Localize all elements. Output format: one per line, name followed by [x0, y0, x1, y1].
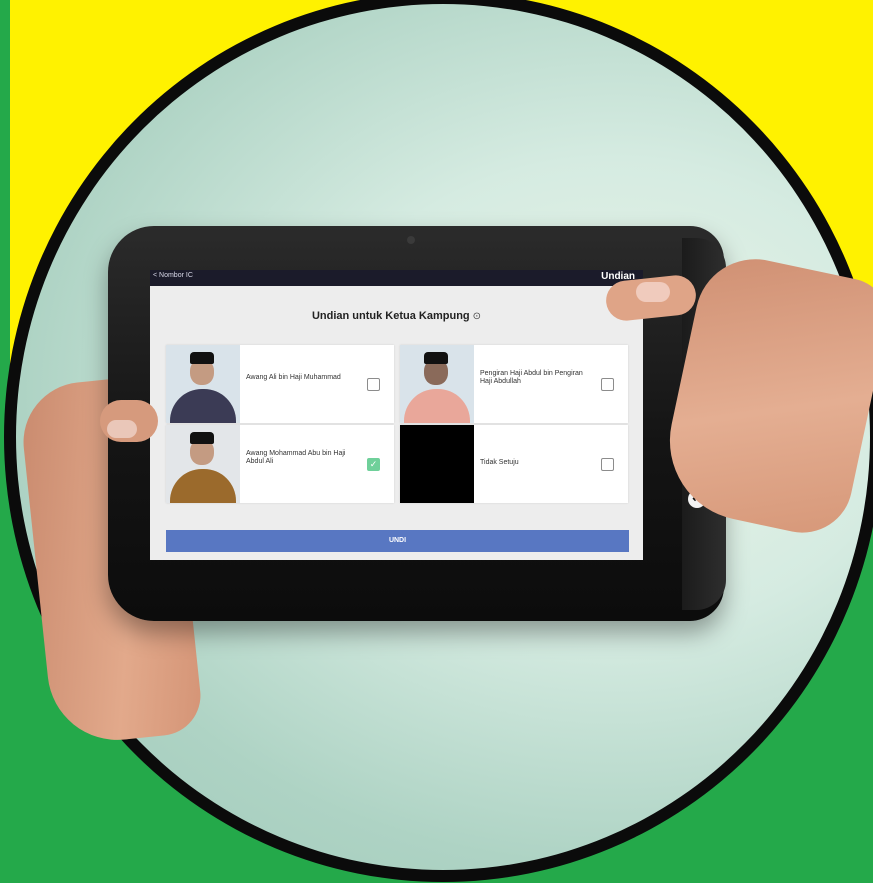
candidate-card[interactable]: Pengiran Haji Abdul bin Pengiran Haji Ab… [400, 345, 628, 423]
candidate-photo-blank [400, 425, 474, 503]
app-topbar: < Nombor IC Undian [150, 270, 643, 286]
candidate-name: Awang Ali bin Haji Muhammad [246, 374, 341, 381]
info-icon[interactable]: ⊙ [473, 311, 481, 322]
candidate-name: Awang Mohammad Abu bin Haji Abdul Ali [246, 450, 346, 465]
back-link[interactable]: < Nombor IC [153, 272, 193, 279]
tablet-screen: < Nombor IC Undian Undian untuk Ketua Ka… [150, 270, 643, 560]
candidate-name: Tidak Setuju [480, 459, 519, 466]
candidate-card[interactable]: Awang Mohammad Abu bin Haji Abdul Ali ✓ [166, 425, 394, 503]
candidate-card[interactable]: Tidak Setuju [400, 425, 628, 503]
green-strip [0, 0, 10, 420]
undi-button[interactable]: UNDI [166, 530, 629, 552]
candidate-photo [400, 345, 474, 423]
candidate-name: Pengiran Haji Abdul bin Pengiran Haji Ab… [480, 370, 583, 385]
page-title: Undian untuk Ketua Kampung ⊙ [150, 310, 643, 322]
candidate-photo [166, 345, 240, 423]
page-title-text: Undian untuk Ketua Kampung [311, 310, 470, 322]
candidate-card[interactable]: Awang Ali bin Haji Muhammad [166, 345, 394, 423]
candidate-photo [166, 425, 240, 503]
candidate-checkbox[interactable] [367, 378, 380, 391]
candidate-checkbox[interactable] [601, 458, 614, 471]
camera-icon [407, 236, 415, 244]
candidate-checkbox-checked[interactable]: ✓ [367, 458, 380, 471]
check-icon: ✓ [369, 459, 378, 469]
candidate-checkbox[interactable] [601, 378, 614, 391]
left-thumbnail [107, 420, 137, 438]
right-thumbnail [636, 282, 670, 302]
